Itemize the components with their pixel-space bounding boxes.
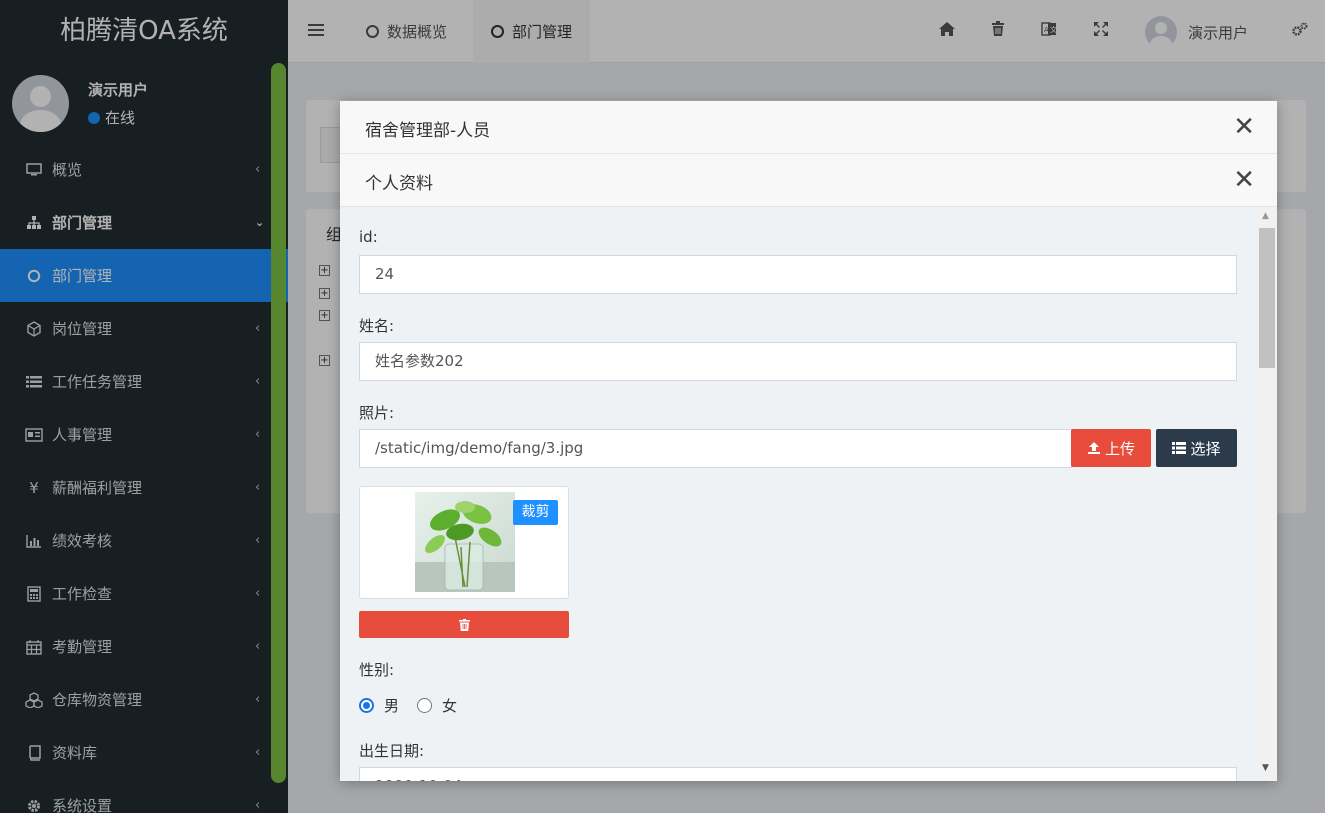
photo-thumbnail-card: 裁剪: [359, 486, 569, 599]
inner-modal-header: 个人资料 ✕: [340, 154, 1277, 207]
modal-scrollbar[interactable]: ▲ ▼: [1257, 207, 1277, 781]
crop-button[interactable]: 裁剪: [513, 500, 558, 525]
scroll-up-icon[interactable]: ▲: [1262, 211, 1269, 221]
close-icon[interactable]: ✕: [1233, 114, 1255, 140]
birth-date-field[interactable]: 1990-10-04: [359, 767, 1237, 781]
gender-label: 性别:: [359, 661, 395, 679]
choose-button[interactable]: 选择: [1156, 429, 1237, 467]
upload-button[interactable]: 上传: [1071, 429, 1151, 467]
modal-title: 宿舍管理部-人员: [365, 121, 491, 141]
name-label: 姓名:: [359, 317, 395, 335]
gender-male-radio[interactable]: [359, 698, 374, 713]
close-icon[interactable]: ✕: [1233, 167, 1255, 193]
photo-label: 照片:: [359, 404, 395, 422]
upload-icon: [1087, 442, 1100, 454]
id-field[interactable]: 24: [359, 255, 1237, 294]
id-label: id:: [359, 228, 378, 246]
gender-male-label: 男: [384, 697, 400, 715]
photo-path-field[interactable]: /static/img/demo/fang/3.jpg: [359, 429, 1072, 468]
scroll-down-icon[interactable]: ▼: [1262, 763, 1269, 773]
list-icon: [1172, 442, 1187, 454]
photo-preview[interactable]: [415, 492, 515, 592]
birth-date-label: 出生日期:: [359, 742, 425, 760]
inner-modal-title: 个人资料: [365, 174, 433, 194]
gender-radio-group: 男 女: [359, 695, 457, 716]
name-field[interactable]: 姓名参数202: [359, 342, 1237, 381]
scrollbar-thumb[interactable]: [1259, 228, 1275, 368]
modal-dialog: 宿舍管理部-人员 ✕ 个人资料 ✕ id: 24 姓名: 姓名参数202 照片:…: [340, 101, 1277, 781]
trash-icon: [458, 618, 470, 631]
profile-form: id: 24 姓名: 姓名参数202 照片: /static/img/demo/…: [340, 207, 1257, 781]
gender-female-label: 女: [442, 697, 458, 715]
delete-photo-button[interactable]: [359, 611, 569, 638]
gender-female-radio[interactable]: [417, 698, 433, 713]
modal-header: 宿舍管理部-人员 ✕: [340, 101, 1277, 154]
